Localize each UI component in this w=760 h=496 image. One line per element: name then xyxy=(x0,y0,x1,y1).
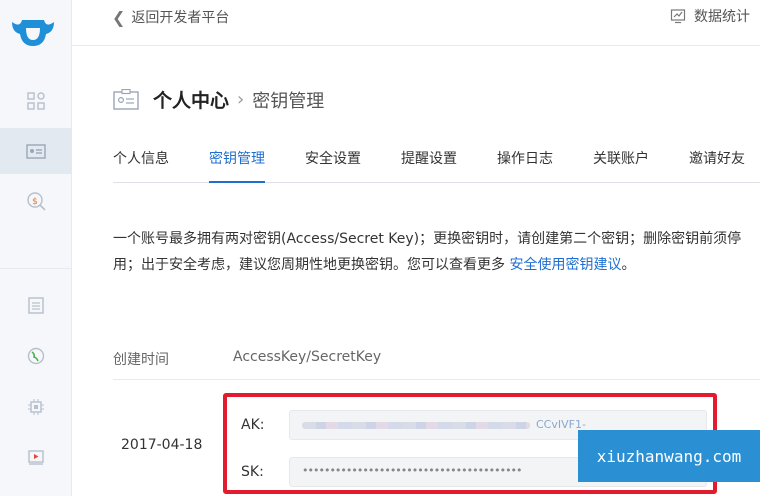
money-search-icon: $ xyxy=(27,192,46,211)
back-link[interactable]: ❮ 返回开发者平台 xyxy=(112,7,229,27)
page-heading: 个人中心 › 密钥管理 xyxy=(113,86,324,113)
chevron-left-icon: ❮ xyxy=(112,7,126,27)
id-card-icon xyxy=(26,144,46,159)
sidebar-item-docs[interactable] xyxy=(0,282,72,328)
ak-label: AK: xyxy=(241,417,265,433)
sk-label: SK: xyxy=(241,464,264,480)
sidebar-divider xyxy=(0,268,72,269)
tab-operation-log[interactable]: 操作日志 xyxy=(497,148,553,183)
globe-icon xyxy=(27,347,45,365)
sidebar: $ xyxy=(0,0,72,496)
page-title: 个人中心 xyxy=(153,90,230,112)
tab-invite-friends[interactable]: 邀请好友 xyxy=(689,148,745,183)
sidebar-item-apps[interactable] xyxy=(0,78,72,124)
chart-icon xyxy=(670,9,686,24)
created-date: 2017-04-18 xyxy=(121,437,203,453)
chevron-right-icon: › xyxy=(237,89,245,110)
apps-icon xyxy=(27,92,45,110)
document-icon xyxy=(28,297,44,314)
description-end: 。 xyxy=(621,257,636,273)
id-card-icon xyxy=(113,88,139,110)
secret-key-masked: •••••••••••••••••••••••••••••••••••••••• xyxy=(302,464,523,477)
description-text-1: 一个账号最多拥有两对密钥(Access/Secret Key)；更换密钥时，请创… xyxy=(113,231,742,247)
sidebar-item-profile[interactable] xyxy=(0,128,72,174)
topbar: ❮ 返回开发者平台 数据统计 xyxy=(72,0,760,46)
page-subtitle: 密钥管理 xyxy=(252,90,325,112)
security-advice-link[interactable]: 安全使用密钥建议 xyxy=(509,257,621,273)
video-icon xyxy=(28,450,44,465)
watermark: xiuzhanwang.com xyxy=(578,430,760,482)
tab-linked-accounts[interactable]: 关联账户 xyxy=(593,148,649,183)
tab-profile-info[interactable]: 个人信息 xyxy=(113,148,169,183)
tab-security-settings[interactable]: 安全设置 xyxy=(305,148,361,183)
sidebar-item-chip[interactable] xyxy=(0,384,72,430)
key-description: 一个账号最多拥有两对密钥(Access/Secret Key)；更换密钥时，请创… xyxy=(113,226,753,278)
back-label: 返回开发者平台 xyxy=(131,10,230,26)
column-header-created: 创建时间 xyxy=(113,352,169,368)
sidebar-item-globe[interactable] xyxy=(0,333,72,379)
blurred-key xyxy=(302,422,530,429)
sidebar-item-media[interactable] xyxy=(0,434,72,480)
stats-link[interactable]: 数据统计 xyxy=(670,6,750,26)
chip-icon xyxy=(28,399,44,415)
description-text-2: 用；出于安全考虑，建议您周期性地更换密钥。您可以查看更多 xyxy=(113,257,510,273)
logo-icon[interactable] xyxy=(10,14,56,48)
tab-reminder-settings[interactable]: 提醒设置 xyxy=(401,148,457,183)
stats-label: 数据统计 xyxy=(694,9,750,25)
sidebar-item-finance[interactable]: $ xyxy=(0,178,72,224)
tab-key-management[interactable]: 密钥管理 xyxy=(209,148,265,183)
column-header-keys: AccessKey/SecretKey xyxy=(233,349,382,365)
svg-text:$: $ xyxy=(32,197,38,207)
tab-bar: 个人信息 密钥管理 安全设置 提醒设置 操作日志 关联账户 邀请好友 xyxy=(113,140,760,183)
table-header: 创建时间 AccessKey/SecretKey xyxy=(113,346,760,380)
